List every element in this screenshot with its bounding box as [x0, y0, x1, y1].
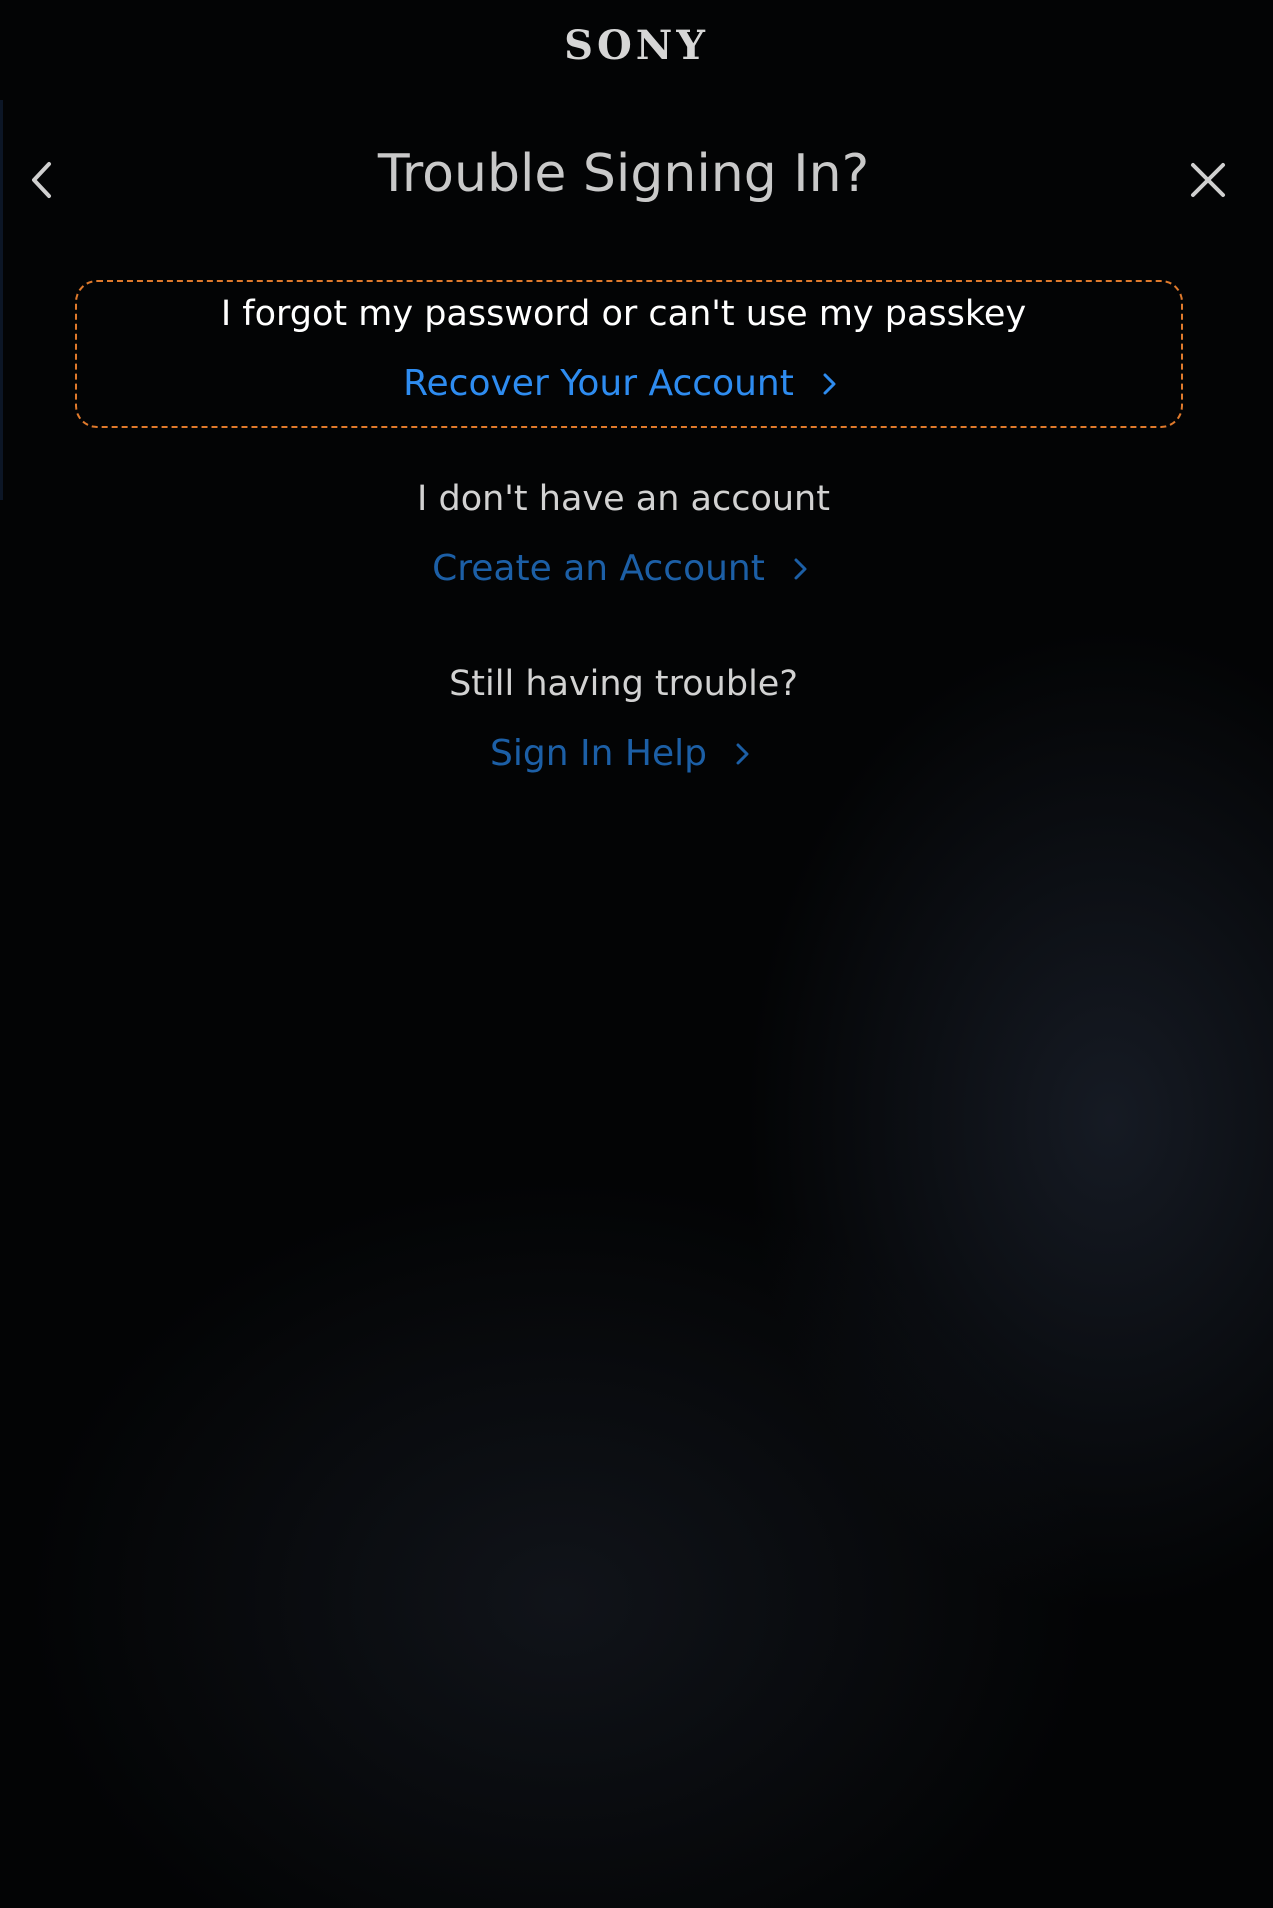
recover-account-link[interactable]: Recover Your Account: [403, 361, 844, 407]
chevron-right-icon: [823, 373, 836, 395]
sign-in-help-screen: SONY Trouble Signing In? I forgot my pas…: [0, 0, 1273, 1908]
recover-account-section: I forgot my password or can't use my pas…: [0, 291, 1247, 407]
close-button[interactable]: [1180, 152, 1236, 208]
close-icon: [1191, 163, 1225, 197]
sign-in-help-link[interactable]: Sign In Help: [490, 731, 757, 777]
create-account-label: Create an Account: [432, 548, 765, 589]
still-trouble-prompt: Still having trouble?: [449, 664, 798, 704]
sign-in-help-section: Still having trouble? Sign In Help: [0, 661, 1247, 777]
chevron-right-icon: [736, 743, 749, 765]
sign-in-help-label: Sign In Help: [490, 733, 707, 774]
no-account-prompt: I don't have an account: [417, 479, 830, 519]
chevron-right-icon: [794, 558, 807, 580]
page-title: Trouble Signing In?: [377, 144, 870, 204]
forgot-password-prompt: I forgot my password or can't use my pas…: [220, 294, 1027, 334]
recover-account-label: Recover Your Account: [403, 363, 794, 404]
create-account-link[interactable]: Create an Account: [432, 546, 815, 592]
sony-logo: SONY: [564, 22, 709, 69]
create-account-section: I don't have an account Create an Accoun…: [0, 476, 1247, 592]
